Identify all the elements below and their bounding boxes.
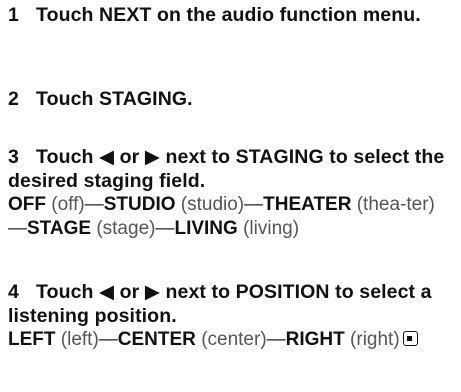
step-1-number: 1 — [8, 4, 19, 26]
position-options: LEFT (left)—CENTER (center)—RIGHT (right… — [8, 328, 453, 352]
step-2-text: Touch STAGING. — [36, 88, 193, 110]
option-note: (thea-ter) — [356, 194, 435, 215]
instruction-page: 1 Touch NEXT on the audio function menu. … — [0, 0, 461, 392]
step-1-text: Touch NEXT on the audio function menu. — [36, 4, 421, 26]
option-note: (living) — [243, 218, 300, 239]
step-3-number: 3 — [8, 146, 19, 168]
step-2: 2 Touch STAGING. — [8, 87, 453, 111]
option-note: (stage) — [96, 218, 156, 239]
step-3-text: Touch ◀ or ▶ next to STAGING to select t… — [8, 146, 445, 192]
step-4-heading: 4 Touch ◀ or ▶ next to POSITION to select… — [8, 280, 453, 328]
step-2-heading: 2 Touch STAGING. — [8, 87, 453, 111]
step-4-text: Touch ◀ or ▶ next to POSITION to select … — [8, 281, 432, 327]
option-label: LEFT — [8, 329, 56, 350]
option-note: (studio) — [180, 194, 245, 215]
step-3-heading: 3 Touch ◀ or ▶ next to STAGING to select … — [8, 145, 453, 193]
option-label: CENTER — [117, 329, 196, 350]
option-separator: — — [244, 194, 264, 215]
step-3: 3 Touch ◀ or ▶ next to STAGING to select … — [8, 145, 453, 241]
option-label: LIVING — [174, 218, 238, 239]
option-note: (right) — [350, 329, 400, 350]
option-separator: — — [98, 329, 118, 350]
option-note: (off) — [51, 194, 85, 215]
step-4-number: 4 — [8, 281, 19, 303]
option-label: STAGE — [27, 218, 92, 239]
step-2-number: 2 — [8, 88, 19, 110]
step-4: 4 Touch ◀ or ▶ next to POSITION to select… — [8, 280, 453, 352]
option-separator: — — [155, 218, 175, 239]
end-of-section-icon — [402, 331, 418, 346]
step-1: 1 Touch NEXT on the audio function menu. — [8, 3, 453, 27]
option-label: STUDIO — [103, 194, 176, 215]
option-separator: — — [8, 218, 27, 239]
option-label: OFF — [8, 194, 46, 215]
step-1-heading: 1 Touch NEXT on the audio function menu. — [8, 3, 453, 27]
option-separator: — — [266, 329, 286, 350]
staging-options: OFF (off)—STUDIO (studio)—THEATER (thea-… — [8, 193, 453, 241]
option-note: (left) — [60, 329, 99, 350]
option-label: RIGHT — [285, 329, 345, 350]
option-separator: — — [84, 194, 104, 215]
option-label: THEATER — [263, 194, 352, 215]
option-note: (center) — [201, 329, 267, 350]
